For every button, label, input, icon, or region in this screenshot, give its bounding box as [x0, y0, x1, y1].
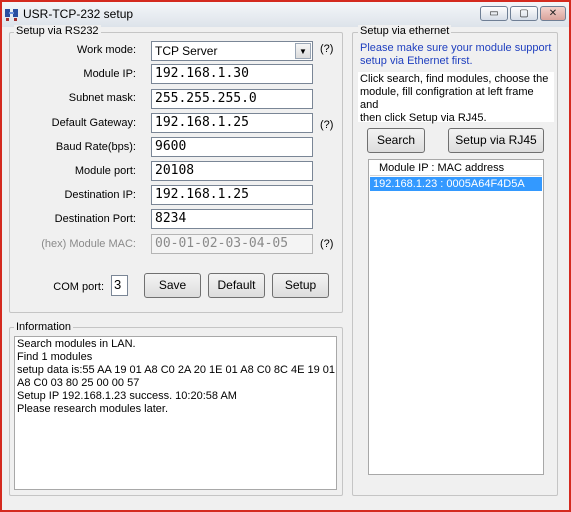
ethernet-instructions: Click search, find modules, choose the m… [358, 72, 554, 124]
module-mac-label: (hex) Module MAC: [41, 238, 136, 250]
log-line: setup data is:55 AA 19 01 A8 C0 2A 20 1E… [17, 364, 336, 376]
list-item[interactable]: 192.168.1.23 : 0005A64F4D5A [370, 177, 542, 191]
setup-via-rj45-button[interactable]: Setup via RJ45 [448, 128, 544, 153]
default-gateway-label: Default Gateway: [51, 117, 136, 129]
module-mac-help[interactable]: (?) [320, 238, 333, 250]
module-ip-label: Module IP: [83, 68, 136, 80]
work-mode-value: TCP Server [155, 44, 218, 58]
minimize-icon: ▭ [489, 8, 499, 19]
search-button[interactable]: Search [367, 128, 425, 153]
module-list-header: Module IP : MAC address [370, 161, 542, 176]
work-mode-help[interactable]: (?) [320, 43, 333, 55]
module-port-label: Module port: [74, 165, 136, 177]
default-gateway-help[interactable]: (?) [320, 119, 333, 131]
rs232-legend: Setup via RS232 [14, 25, 101, 37]
log-line: A8 C0 03 80 25 00 00 57 [17, 377, 140, 389]
maximize-icon: ▢ [519, 8, 529, 19]
work-mode-select[interactable]: TCP Server ▼ [151, 41, 313, 61]
title-bar[interactable]: USR-TCP-232 setup ▭ ▢ ✕ [2, 2, 569, 27]
module-list[interactable]: Module IP : MAC address 192.168.1.23 : 0… [368, 159, 544, 475]
maximize-button[interactable]: ▢ [510, 6, 538, 21]
default-gateway-field[interactable]: 192.168.1.25 [151, 113, 313, 133]
module-port-field[interactable]: 20108 [151, 161, 313, 181]
ethernet-notice-line: setup via Ethernet first. [360, 55, 473, 67]
log-line: Search modules in LAN. [17, 338, 136, 350]
destination-ip-label: Destination IP: [64, 189, 136, 201]
ethernet-instructions-line: then click Setup via RJ45. [360, 112, 487, 124]
log-line: Setup IP 192.168.1.23 success. 10:20:58 … [17, 390, 237, 402]
app-icon [5, 9, 18, 21]
com-port-label: COM port: [53, 281, 104, 293]
module-mac-field: 00-01-02-03-04-05 [151, 234, 313, 254]
app-window: USR-TCP-232 setup ▭ ▢ ✕ Setup via RS232 … [0, 0, 571, 512]
setup-button[interactable]: Setup [272, 273, 329, 298]
close-icon: ✕ [548, 8, 558, 19]
destination-port-label: Destination Port: [54, 213, 136, 225]
information-log[interactable]: Search modules in LAN. Find 1 modules se… [14, 336, 337, 490]
ethernet-instructions-line: Click search, find modules, choose the [360, 73, 549, 85]
ethernet-legend: Setup via ethernet [358, 25, 452, 37]
close-button[interactable]: ✕ [540, 6, 566, 21]
chevron-down-icon[interactable]: ▼ [295, 43, 311, 59]
minimize-button[interactable]: ▭ [480, 6, 508, 21]
window-title: USR-TCP-232 setup [23, 7, 134, 21]
baud-rate-label: Baud Rate(bps): [55, 141, 136, 153]
log-line: Find 1 modules [17, 351, 93, 363]
log-line: Please research modules later. [17, 403, 169, 415]
com-port-field[interactable]: 3 [111, 275, 128, 296]
subnet-mask-field[interactable]: 255.255.255.0 [151, 89, 313, 109]
ethernet-instructions-line: module, fill configration at left frame … [360, 86, 534, 111]
information-legend: Information [14, 321, 74, 333]
work-mode-label: Work mode: [76, 44, 136, 56]
subnet-mask-label: Subnet mask: [68, 92, 136, 104]
destination-port-field[interactable]: 8234 [151, 209, 313, 229]
save-button[interactable]: Save [144, 273, 201, 298]
baud-rate-field[interactable]: 9600 [151, 137, 313, 157]
module-ip-field[interactable]: 192.168.1.30 [151, 64, 313, 84]
ethernet-notice-line: Please make sure your module support [360, 42, 552, 54]
ethernet-notice: Please make sure your module support set… [360, 42, 551, 68]
destination-ip-field[interactable]: 192.168.1.25 [151, 185, 313, 205]
default-button[interactable]: Default [208, 273, 265, 298]
